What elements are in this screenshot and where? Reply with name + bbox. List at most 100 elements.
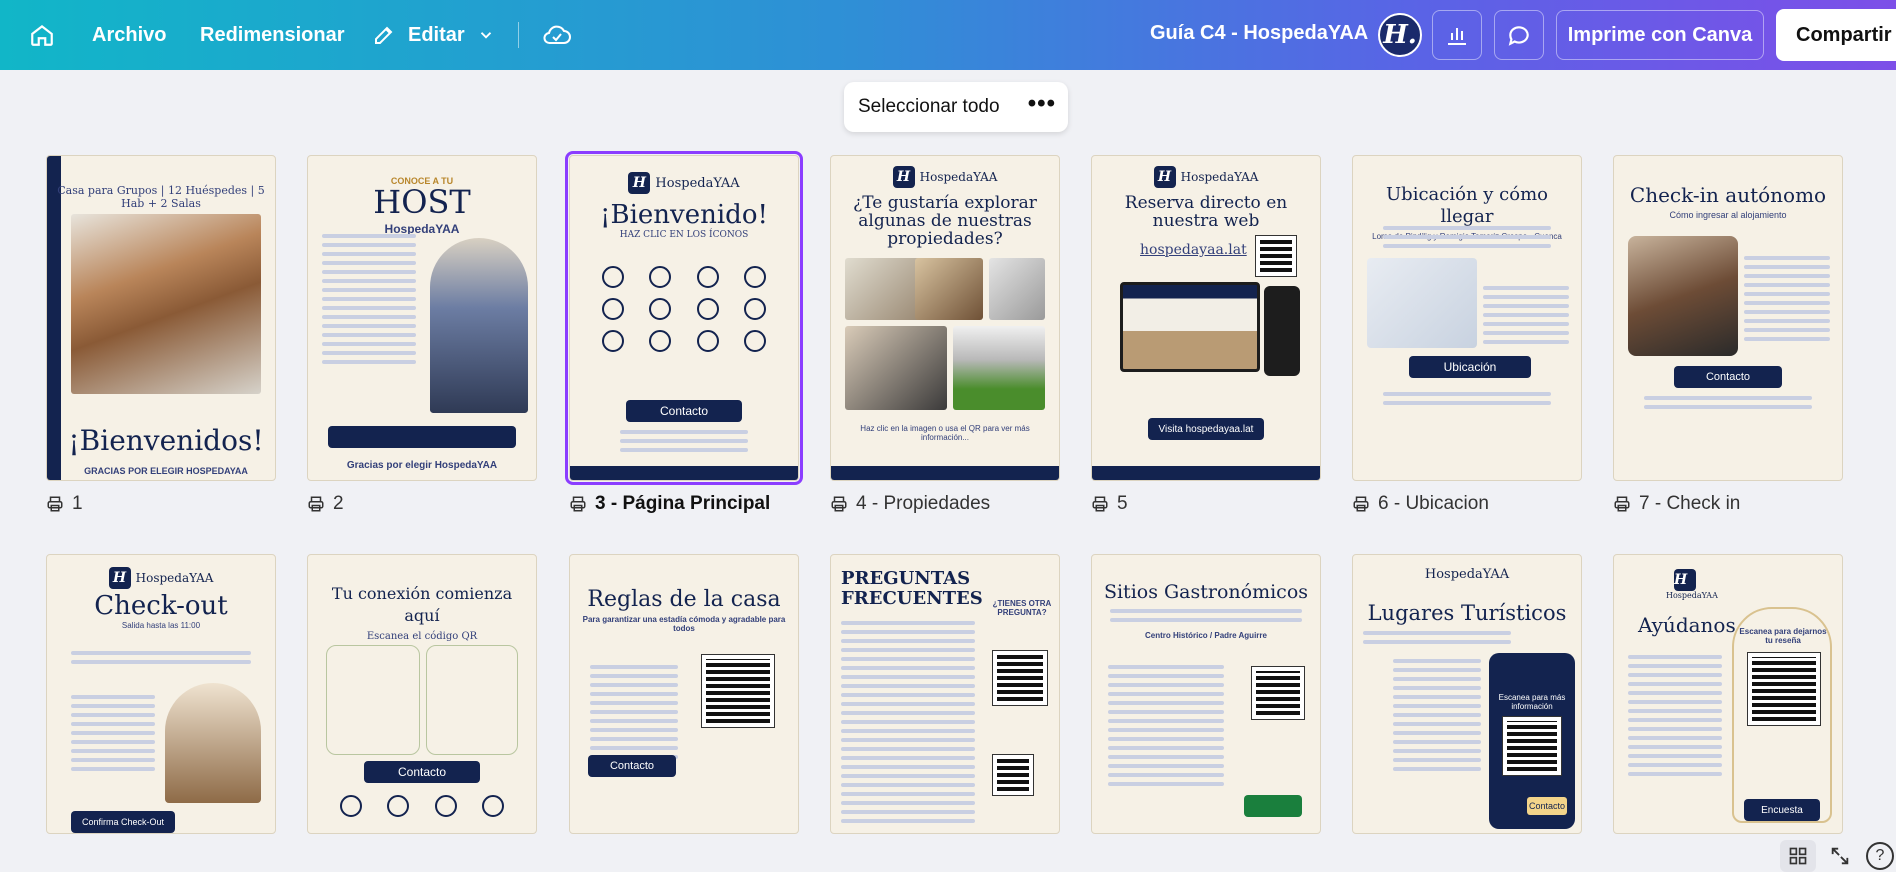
whatsapp-badge [1244,795,1302,817]
chevron-down-icon [480,32,491,39]
thumb-icon-grid [594,266,774,352]
thumb-title: Check-out [94,591,228,621]
printer-icon [570,496,586,512]
review-panel-text: Escanea para dejarnos tu reseña [1739,627,1827,645]
fullscreen-button[interactable] [1826,842,1854,870]
printer-icon [47,496,63,512]
qr-panel-text: Escanea para más información [1498,693,1566,711]
thumb-cta: Contacto [1527,797,1567,815]
thumb-text-lines [322,234,416,369]
thumb-steps [1744,256,1830,346]
page-label-5[interactable]: 5 [1091,492,1128,516]
editar-menu[interactable]: Editar [372,13,495,57]
property-photo-2 [915,258,983,320]
thumb-subtitle: Salida hasta las 11:00 [121,621,201,630]
thumb-title: Check-in autónomo [1629,183,1827,207]
hospedayaa-logo: H [1674,569,1696,591]
thumb-text-lines [1644,396,1812,414]
thumb-side-heading: ¿TIENES OTRA PREGUNTA? [992,599,1052,617]
thumb-title: ¡Bienvenido! [600,200,768,230]
select-all-button[interactable]: Seleccionar todo [858,96,1000,118]
door-photo [165,683,261,803]
page-thumbnail-5[interactable]: H HospedaYAA Reserva directo en nuestra … [1091,155,1321,481]
page-thumbnail-12[interactable]: Sitios Gastronómicos Centro Histórico / … [1091,554,1321,834]
page-label-text: 5 [1117,493,1128,514]
property-photo-4 [845,326,947,410]
thumb-brand: HospedaYAA [1424,567,1510,582]
page-label-text: 7 - Check in [1639,493,1741,514]
thumb-title: HOST [373,183,471,221]
qr-code-2 [992,754,1034,796]
printer-icon [1092,496,1108,512]
smartlock-photo [1628,236,1738,356]
avatar[interactable]: H. [1378,13,1422,57]
thumb-heading: Casa para Grupos | 12 Huéspedes | 5 Hab … [57,184,265,210]
thumb-caption: GRACIAS POR ELEGIR HOSPEDAYAA [84,466,248,476]
comments-button[interactable] [1494,10,1544,60]
wifi-card [326,645,420,755]
page-thumbnail-9[interactable]: Tu conexión comienza aquí Escanea el cód… [307,554,537,834]
page-label-7[interactable]: 7 - Check in [1613,492,1740,516]
page-thumbnail-13[interactable]: HospedaYAA Lugares Turísticos Escanea pa… [1352,554,1582,834]
comment-icon [1508,26,1529,46]
share-button[interactable]: Compartir [1776,9,1896,61]
thumb-title: PREGUNTAS FRECUENTES [841,568,983,609]
page-label-2[interactable]: 2 [307,492,344,516]
map-image [1367,258,1477,348]
insights-button[interactable] [1432,10,1482,60]
more-options-button[interactable]: ••• [1028,92,1056,116]
redimensionar-button[interactable]: Redimensionar [200,13,344,57]
page-thumbnail-3[interactable]: H HospedaYAA ¡Bienvenido! HAZ CLIC EN LO… [565,151,803,485]
kitchen-photo [71,214,261,394]
page-thumbnail-10[interactable]: Reglas de la casa Para garantizar una es… [569,554,799,834]
page-thumbnail-1[interactable]: Casa para Grupos | 12 Huéspedes | 5 Hab … [46,155,276,481]
thumb-brand: HospedaYAA [655,176,740,191]
faq-lines [841,621,975,828]
page-thumbnail-11[interactable]: PREGUNTAS FRECUENTES ¿TIENES OTRA PREGUN… [830,554,1060,834]
page-thumbnail-8[interactable]: H HospedaYAA Check-out Salida hasta las … [46,554,276,834]
thumb-brand: HospedaYAA [135,571,214,585]
printer-icon [308,496,324,512]
thumb-subtitle: Para garantizar una estadía cómoda y agr… [582,615,786,633]
home-button[interactable] [24,13,60,57]
page-label-4[interactable]: 4 - Propiedades [830,492,990,516]
page-thumbnail-14[interactable]: H HospedaYAA Ayúdanos Escanea para dejar… [1613,554,1843,834]
page-label-6[interactable]: 6 - Ubicacion [1352,492,1489,516]
help-button[interactable]: ? [1866,842,1894,870]
thumb-brand: HospedaYAA [1666,591,1718,600]
cloud-save-button[interactable] [540,13,574,57]
page-thumbnail-6[interactable]: Ubicación y cómo llegar Loma de Pindilig… [1352,155,1582,481]
qr-code [1747,652,1821,726]
thumb-text-lines [620,430,748,457]
qr-code [701,654,775,728]
thumb-text-lines [1628,655,1722,781]
qr-code [1251,666,1305,720]
laptop-mockup [1120,282,1260,372]
phone-mockup [1264,286,1300,376]
thumb-subtitle: Centro Histórico / Padre Aguirre [1145,631,1267,640]
thumb-footer: Haz clic en la imagen o usa el QR para v… [860,424,1030,442]
page-label-text: 6 - Ubicacion [1378,493,1489,514]
grid-view-button[interactable] [1780,840,1816,872]
document-title[interactable]: Guía C4 - HospedaYAA [1150,22,1368,45]
archivo-menu[interactable]: Archivo [92,13,166,57]
select-all-toolbar: Seleccionar todo ••• [844,82,1068,132]
qr-card [426,645,518,755]
page-thumbnail-4[interactable]: H HospedaYAA ¿Te gustaría explorar algun… [830,155,1060,481]
thumb-cta: Confirma Check-Out [71,811,175,833]
qr-code [992,650,1048,706]
pencil-icon [375,26,393,44]
places-list [1393,659,1481,776]
thumb-text-lines [1383,226,1551,253]
page-label-1[interactable]: 1 [46,492,83,516]
page-label-3[interactable]: 3 - Página Principal [569,492,770,516]
property-photo-5 [953,326,1045,410]
page-label-text: 2 [333,493,344,514]
thumb-title: ¡Bienvenidos! [68,424,264,457]
thumb-subtitle: HAZ CLIC EN LOS ÍCONOS [619,230,749,240]
print-with-canva-button[interactable]: Imprime con Canva [1556,10,1764,60]
thumb-footer-band [831,466,1059,480]
page-thumbnail-2[interactable]: CONOCE A TU HOST HospedaYAA Gracias por … [307,155,537,481]
page-thumbnail-7[interactable]: Check-in autónomo Cómo ingresar al aloja… [1613,155,1843,481]
property-photo-3 [989,258,1045,320]
